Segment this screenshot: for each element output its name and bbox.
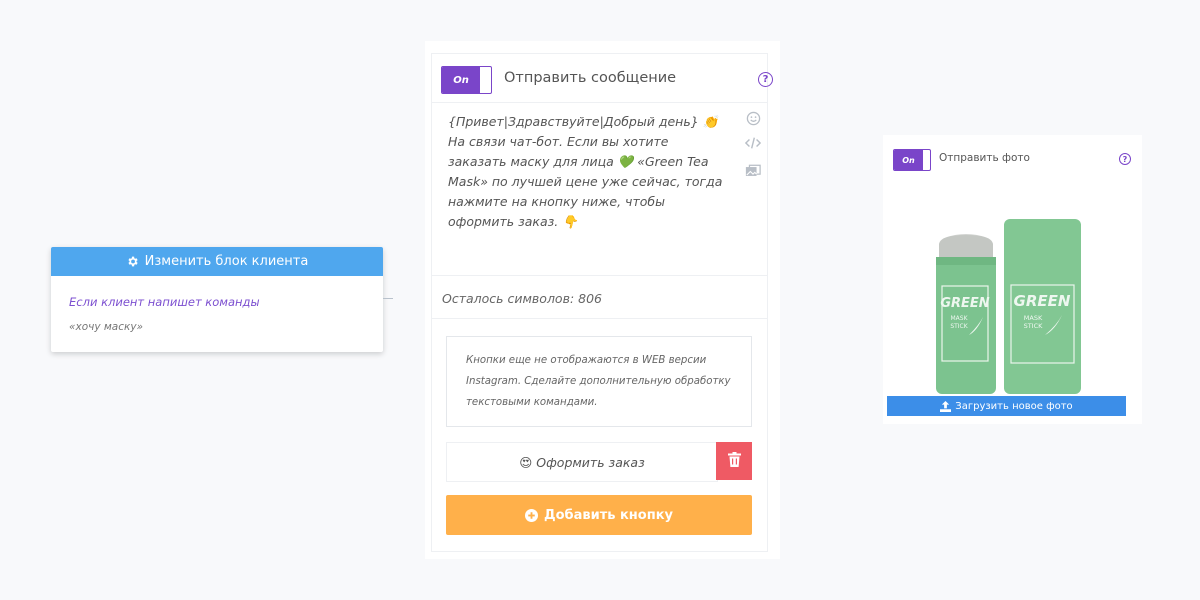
remaining-characters: Осталось символов: 806: [442, 291, 602, 306]
message-text: {Привет|Здравствуйте|Добрый день} 👏 На с…: [448, 114, 723, 229]
upload-photo-label: Загрузить новое фото: [955, 400, 1073, 412]
add-button[interactable]: Добавить кнопку: [446, 495, 752, 535]
photo-block-title: Отправить фото: [939, 152, 1030, 164]
order-button-row: 😍 Оформить заказ: [446, 442, 752, 482]
trash-icon: [727, 451, 741, 471]
order-button[interactable]: 😍 Оформить заказ: [446, 442, 718, 482]
images-icon[interactable]: [745, 163, 761, 179]
message-block-title: Отправить сообщение: [504, 70, 677, 86]
upload-photo-button[interactable]: Загрузить новое фото: [887, 396, 1126, 416]
connector-line: [383, 298, 393, 299]
client-command-text: «хочу маску»: [69, 321, 144, 333]
photo-enable-toggle[interactable]: On: [893, 149, 931, 171]
edit-client-block-label: Изменить блок клиента: [144, 254, 309, 269]
message-block-panel: On Отправить сообщение ? {Привет|Здравст…: [425, 41, 780, 559]
toggle-on-label: On: [894, 150, 923, 170]
message-textarea[interactable]: {Привет|Здравствуйте|Добрый день} 👏 На с…: [432, 102, 767, 276]
upload-icon: [940, 400, 952, 412]
client-block-card: Изменить блок клиента Если клиент напише…: [51, 247, 383, 352]
product-sublabel-right-1: MASK: [1024, 314, 1043, 322]
product-label-left: GREEN: [940, 296, 989, 311]
instagram-note-box: Кнопки еще не отображаются в WEB версии …: [446, 336, 752, 427]
plus-circle-icon: [525, 508, 538, 522]
photo-block-panel: On Отправить фото ? GREEN MASK STICK GRE…: [883, 135, 1142, 424]
emoji-icon[interactable]: [745, 110, 761, 126]
client-condition-text: Если клиент напишет команды: [69, 295, 260, 309]
product-sublabel-left-2: STICK: [950, 323, 968, 330]
toggle-on-label: On: [442, 67, 480, 93]
delete-button[interactable]: [716, 442, 752, 480]
help-icon[interactable]: ?: [1119, 153, 1131, 165]
edit-client-block-button[interactable]: Изменить блок клиента: [51, 247, 383, 276]
product-photo: GREEN MASK STICK GREEN MASK STICK: [887, 175, 1126, 416]
product-sublabel-right-2: STICK: [1024, 322, 1044, 330]
instagram-note-text: Кнопки еще не отображаются в WEB версии …: [466, 355, 731, 408]
code-icon[interactable]: [745, 135, 761, 151]
divider: [432, 318, 767, 319]
gear-icon: [126, 255, 139, 268]
product-sublabel-left-1: MASK: [950, 315, 968, 322]
product-label-right: GREEN: [1014, 292, 1071, 310]
help-icon[interactable]: ?: [758, 72, 773, 87]
message-enable-toggle[interactable]: On: [441, 66, 492, 94]
add-button-label: Добавить кнопку: [544, 507, 673, 523]
